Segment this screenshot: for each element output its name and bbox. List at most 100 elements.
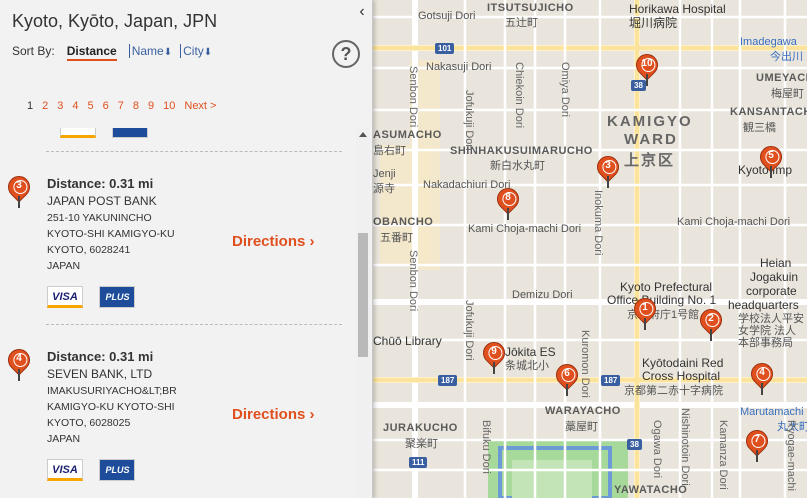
map-label: 源寺 [373, 183, 395, 195]
route-shield: 187 [438, 375, 458, 386]
map-label: Kami Choja-machi Dori [468, 223, 582, 235]
result-name: SEVEN BANK, LTD [47, 367, 153, 381]
road-label: Senbon Dori [407, 250, 419, 312]
previous-result-cards [60, 128, 160, 138]
road-label: Bifuku Dori [480, 420, 492, 474]
page-link[interactable]: 8 [133, 100, 139, 112]
result-marker: 4 [3, 344, 35, 381]
map-label: Cross Hospital [642, 369, 721, 383]
plus-card-icon: PLUS [99, 459, 136, 481]
map-label: 条城北小 [505, 360, 549, 372]
result-marker: 3 [3, 171, 35, 208]
next-page-link[interactable]: Next > [184, 100, 216, 112]
divider [46, 324, 342, 325]
map-label: WARD [624, 131, 678, 148]
map-label: 梅屋町 [771, 88, 804, 100]
map-marker[interactable]: 9 [478, 337, 510, 374]
map-label: 今出川 [770, 51, 803, 63]
map-label: ITSUTSUJICHO [487, 2, 574, 14]
map-marker[interactable]: 4 [746, 358, 778, 395]
map-marker[interactable]: 1 [629, 293, 661, 330]
scroll-thumb[interactable] [358, 233, 368, 357]
map-label: JURAKUCHO [383, 422, 458, 434]
result-address-line: KYOTO, 6028241 [47, 244, 131, 256]
map-marker[interactable]: 5 [755, 141, 787, 178]
map-marker[interactable]: 2 [695, 304, 727, 341]
sort-distance[interactable]: Distance [66, 44, 117, 61]
arrow-down-icon: ⬇ [203, 47, 213, 58]
map-marker[interactable]: 3 [592, 151, 624, 188]
map-label: 京都第二赤十字病院 [624, 385, 723, 397]
page-link[interactable]: 5 [88, 100, 94, 112]
map-label: Office Building No. 1 [607, 293, 717, 307]
map-label: 藁屋町 [565, 421, 598, 433]
map-label: 五辻町 [505, 17, 538, 29]
map-label: Chūō Library [373, 334, 442, 348]
directions-link[interactable]: Directions › [232, 406, 315, 423]
result-address-line: 251-10 YAKUNINCHO [47, 212, 152, 224]
result-address-line: JAPAN [47, 260, 81, 272]
map-label: Marutamachi [740, 406, 804, 418]
road-label: Chiekoin Dori [513, 62, 525, 129]
pagination: 1 2 3 4 5 6 7 8 9 10 Next > [27, 100, 225, 112]
page-link[interactable]: 6 [103, 100, 109, 112]
road-label: Senbon Dori [407, 66, 419, 128]
map-label: Heian [760, 256, 792, 270]
road-label: Inokuma Dori [592, 190, 604, 256]
road-label: Kamanza Dori [717, 420, 729, 490]
road-label: Jofukuji Dori [463, 90, 475, 151]
map-label: 新白水丸町 [490, 160, 545, 172]
map-label: 聚楽町 [405, 438, 438, 450]
map-label: 上京区 [624, 152, 676, 169]
results-list[interactable]: 3 Distance: 0.31 mi JAPAN POST BANK 251-… [0, 128, 356, 498]
map-label: YAWATACHO [614, 484, 688, 496]
route-shield: 111 [409, 457, 428, 468]
map-label: Kami Choja-machi Dori [677, 216, 791, 228]
map-label: OBANCHO [373, 216, 434, 228]
page-link[interactable]: 2 [42, 100, 48, 112]
sort-label: Sort By: [12, 44, 55, 58]
map-label: Jenji [373, 168, 396, 180]
page-link[interactable]: 7 [118, 100, 124, 112]
visa-card-icon: VISA [47, 459, 83, 481]
result-address-line: IMAKUSURIYACHO&LT;BR [47, 385, 177, 397]
results-panel: ‹ Kyoto, Kyōto, Japan, JPN Sort By: Dist… [0, 0, 373, 498]
chevron-left-icon[interactable]: ‹ [354, 4, 370, 20]
route-shield: 38 [627, 439, 642, 450]
map-marker[interactable]: 10 [631, 49, 663, 86]
map-label: Jogakuin [750, 270, 799, 284]
directions-link[interactable]: Directions › [232, 233, 315, 250]
sort-name[interactable]: Name⬇ [128, 44, 173, 58]
map-label: UMEYACHO [756, 72, 807, 84]
page-link[interactable]: 9 [148, 100, 154, 112]
result-address-line: JAPAN [47, 433, 81, 445]
results-scrollbar[interactable] [356, 128, 370, 498]
map-label: KAMIGYO [607, 113, 693, 130]
map-label: ASUMACHO [373, 129, 442, 141]
result-address-line: KYOTO, 6028025 [47, 417, 131, 429]
road-label: Ryogae-machi [785, 420, 797, 491]
page-link[interactable]: 10 [163, 100, 175, 112]
result-address-line: KAMIGYO-KU KYOTO-SHI [47, 401, 175, 413]
map-label: corporate [746, 284, 797, 298]
road-label: Ogawa Dori [651, 420, 663, 479]
map-label: Kyoto Prefectural [620, 280, 713, 294]
visa-card-icon [60, 128, 96, 138]
map-marker[interactable]: 7 [741, 425, 773, 462]
route-shield: 187 [601, 375, 621, 386]
sort-bar: Sort By: Distance Name⬇ City⬇ [12, 44, 220, 61]
road-label: Jofukuji Dori [463, 300, 475, 361]
sort-city[interactable]: City⬇ [180, 44, 212, 58]
page-link[interactable]: 3 [57, 100, 63, 112]
divider [46, 151, 342, 152]
help-icon[interactable]: ? [332, 40, 360, 68]
map-label: Nakasuji Dori [426, 61, 492, 73]
map-label: 観三橋 [743, 122, 776, 134]
page-current: 1 [27, 100, 34, 112]
page-link[interactable]: 4 [72, 100, 78, 112]
scroll-up-arrow-icon[interactable] [359, 132, 367, 137]
arrow-down-icon: ⬇ [163, 47, 173, 58]
map-marker[interactable]: 6 [551, 359, 583, 396]
map-label: Demizu Dori [512, 289, 573, 301]
map-marker[interactable]: 8 [492, 183, 524, 220]
